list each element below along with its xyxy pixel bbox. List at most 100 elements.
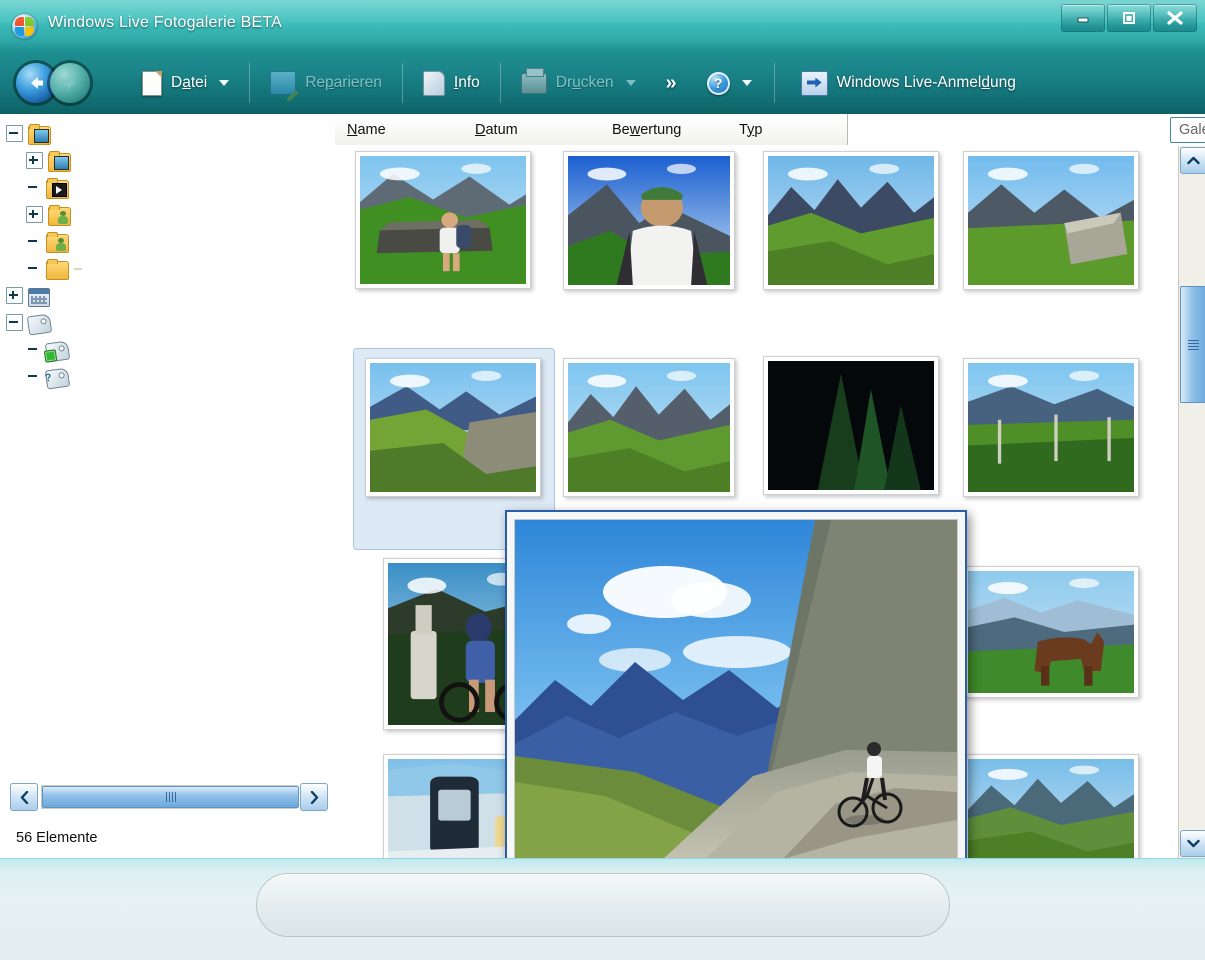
tree-item-alle-fotos-und-videos[interactable] xyxy=(0,120,335,147)
vscroll-thumb[interactable] xyxy=(1180,286,1205,403)
search-input[interactable] xyxy=(1170,117,1205,143)
bottom-toolbar xyxy=(0,858,1205,960)
collapse-minus-icon[interactable] xyxy=(6,125,23,142)
tree-item-label xyxy=(56,322,64,324)
toolbar-label-drucken: Drucken xyxy=(556,74,614,92)
tree-item-nicht-beschriftet[interactable] xyxy=(0,363,335,390)
folder-pictures-icon xyxy=(48,152,69,170)
thumb-rock-formation[interactable] xyxy=(963,151,1139,290)
sidebar-horizontal-scrollbar[interactable] xyxy=(10,784,328,810)
thumb-horse-meadow[interactable] xyxy=(963,566,1139,698)
column-header-name[interactable]: Name xyxy=(335,114,476,145)
bottom-toolbar-pill xyxy=(256,873,950,937)
tree-item-label xyxy=(76,214,84,216)
scroll-down-icon xyxy=(1187,838,1200,849)
tag-icon xyxy=(28,314,49,332)
tree-no-expander xyxy=(26,180,41,195)
thumb-vineyard[interactable] xyxy=(963,358,1139,497)
thumb-alpine-hut-hiker[interactable] xyxy=(355,151,531,289)
tree-item-gemeinsame-videos[interactable] xyxy=(0,228,335,255)
status-item-count: 56 Elemente xyxy=(16,830,97,846)
thumb-ridge-clouds[interactable] xyxy=(563,358,735,497)
folder-icon xyxy=(46,260,67,278)
tree-item-eigene-bilder[interactable] xyxy=(0,147,335,174)
toolbar-items: Datei Reparieren Info Drucken » ? xyxy=(126,52,1032,114)
toolbar-label-datei: Datei xyxy=(171,74,207,92)
forward-arrow-icon xyxy=(59,73,81,93)
toolbar-divider xyxy=(500,63,501,103)
scroll-up-icon xyxy=(1187,155,1200,166)
windows-logo-icon xyxy=(12,14,37,39)
scroll-up-button[interactable] xyxy=(1180,147,1205,174)
column-header-bewertung[interactable]: Bewertung xyxy=(600,114,740,145)
tree-item-gemeinsame-bilder[interactable] xyxy=(0,201,335,228)
expand-plus-icon[interactable] xyxy=(26,152,43,169)
tree-item-diaschau[interactable] xyxy=(0,255,335,282)
folder-allmedia-icon xyxy=(28,125,49,143)
toolbar-overflow-button[interactable]: » xyxy=(652,72,691,95)
minimize-button[interactable] xyxy=(1061,4,1105,32)
tree-item-label xyxy=(74,187,82,189)
toolbar-item-help[interactable]: ? xyxy=(691,61,768,105)
tree-item-label xyxy=(74,268,82,270)
chevron-down-icon[interactable] xyxy=(626,80,636,86)
calendar-icon xyxy=(28,287,49,305)
tree-item-eigene-videos[interactable] xyxy=(0,174,335,201)
scroll-right-icon xyxy=(309,791,320,804)
close-button[interactable] xyxy=(1153,4,1197,32)
repair-icon xyxy=(270,71,296,95)
window-controls xyxy=(1061,4,1197,32)
scroll-down-button[interactable] xyxy=(1180,830,1205,857)
toolbar-item-signin[interactable]: Windows Live-Anmeldung xyxy=(785,61,1032,105)
column-header-datum[interactable]: Datum xyxy=(463,114,613,145)
column-header-typ[interactable]: Typ xyxy=(727,114,848,145)
scroll-right-button[interactable] xyxy=(300,783,328,811)
thumb-valley-trail[interactable] xyxy=(365,358,541,497)
tree-item-beschriftungen[interactable] xyxy=(0,309,335,336)
toolbar-divider xyxy=(249,63,250,103)
close-icon xyxy=(1166,11,1184,25)
gallery-vertical-scrollbar[interactable] xyxy=(1178,146,1205,858)
toolbar-label-info: Info xyxy=(454,74,480,92)
toolbar-divider xyxy=(774,63,775,103)
tree-no-expander xyxy=(26,261,41,276)
tree-item-aufnahmedatum[interactable] xyxy=(0,282,335,309)
scroll-left-icon xyxy=(19,791,30,804)
expand-plus-icon[interactable] xyxy=(26,206,43,223)
forward-button[interactable] xyxy=(50,63,90,103)
toolbar-label-reparieren: Reparieren xyxy=(305,74,382,92)
toolbar-item-info[interactable]: Info xyxy=(407,61,496,105)
back-arrow-icon xyxy=(25,73,47,93)
hscroll-track[interactable] xyxy=(41,785,297,809)
navigation-buttons xyxy=(16,63,112,103)
minimize-icon xyxy=(1075,12,1091,24)
signin-icon xyxy=(801,71,828,96)
hscroll-thumb[interactable] xyxy=(42,786,299,808)
toolbar-item-reparieren[interactable]: Reparieren xyxy=(254,61,398,105)
maximize-button[interactable] xyxy=(1107,4,1151,32)
thumb-jagged-peaks[interactable] xyxy=(763,151,939,290)
expand-plus-icon[interactable] xyxy=(6,287,23,304)
window-title: Windows Live Fotogalerie BETA xyxy=(48,14,282,32)
info-tag-icon xyxy=(423,71,445,96)
tree-item-neue-beschriftung-erstellen[interactable] xyxy=(0,336,335,363)
thumb-grass-mountain[interactable] xyxy=(963,754,1139,858)
folder-tree xyxy=(0,120,335,390)
thumb-dark-forest[interactable] xyxy=(763,356,939,495)
thumb-portrait-hat[interactable] xyxy=(563,151,735,290)
toolbar-item-drucken[interactable]: Drucken xyxy=(505,61,652,105)
scroll-left-button[interactable] xyxy=(10,783,38,811)
navigation-sidebar: 56 Elemente xyxy=(0,114,336,858)
maximize-icon xyxy=(1121,11,1137,25)
toolbar-label-signin: Windows Live-Anmeldung xyxy=(837,74,1016,92)
chevron-down-icon[interactable] xyxy=(742,80,752,86)
tree-item-label xyxy=(74,376,82,378)
preview-mountain-trail-cyclist-icon xyxy=(515,520,957,859)
chevron-down-icon[interactable] xyxy=(219,80,229,86)
tree-item-label xyxy=(74,349,82,351)
toolbar-item-datei[interactable]: Datei xyxy=(126,61,245,105)
file-icon xyxy=(142,71,162,96)
collapse-minus-icon[interactable] xyxy=(6,314,23,331)
folder-shared-videos-icon xyxy=(46,233,67,251)
tag-add-icon xyxy=(46,341,67,359)
